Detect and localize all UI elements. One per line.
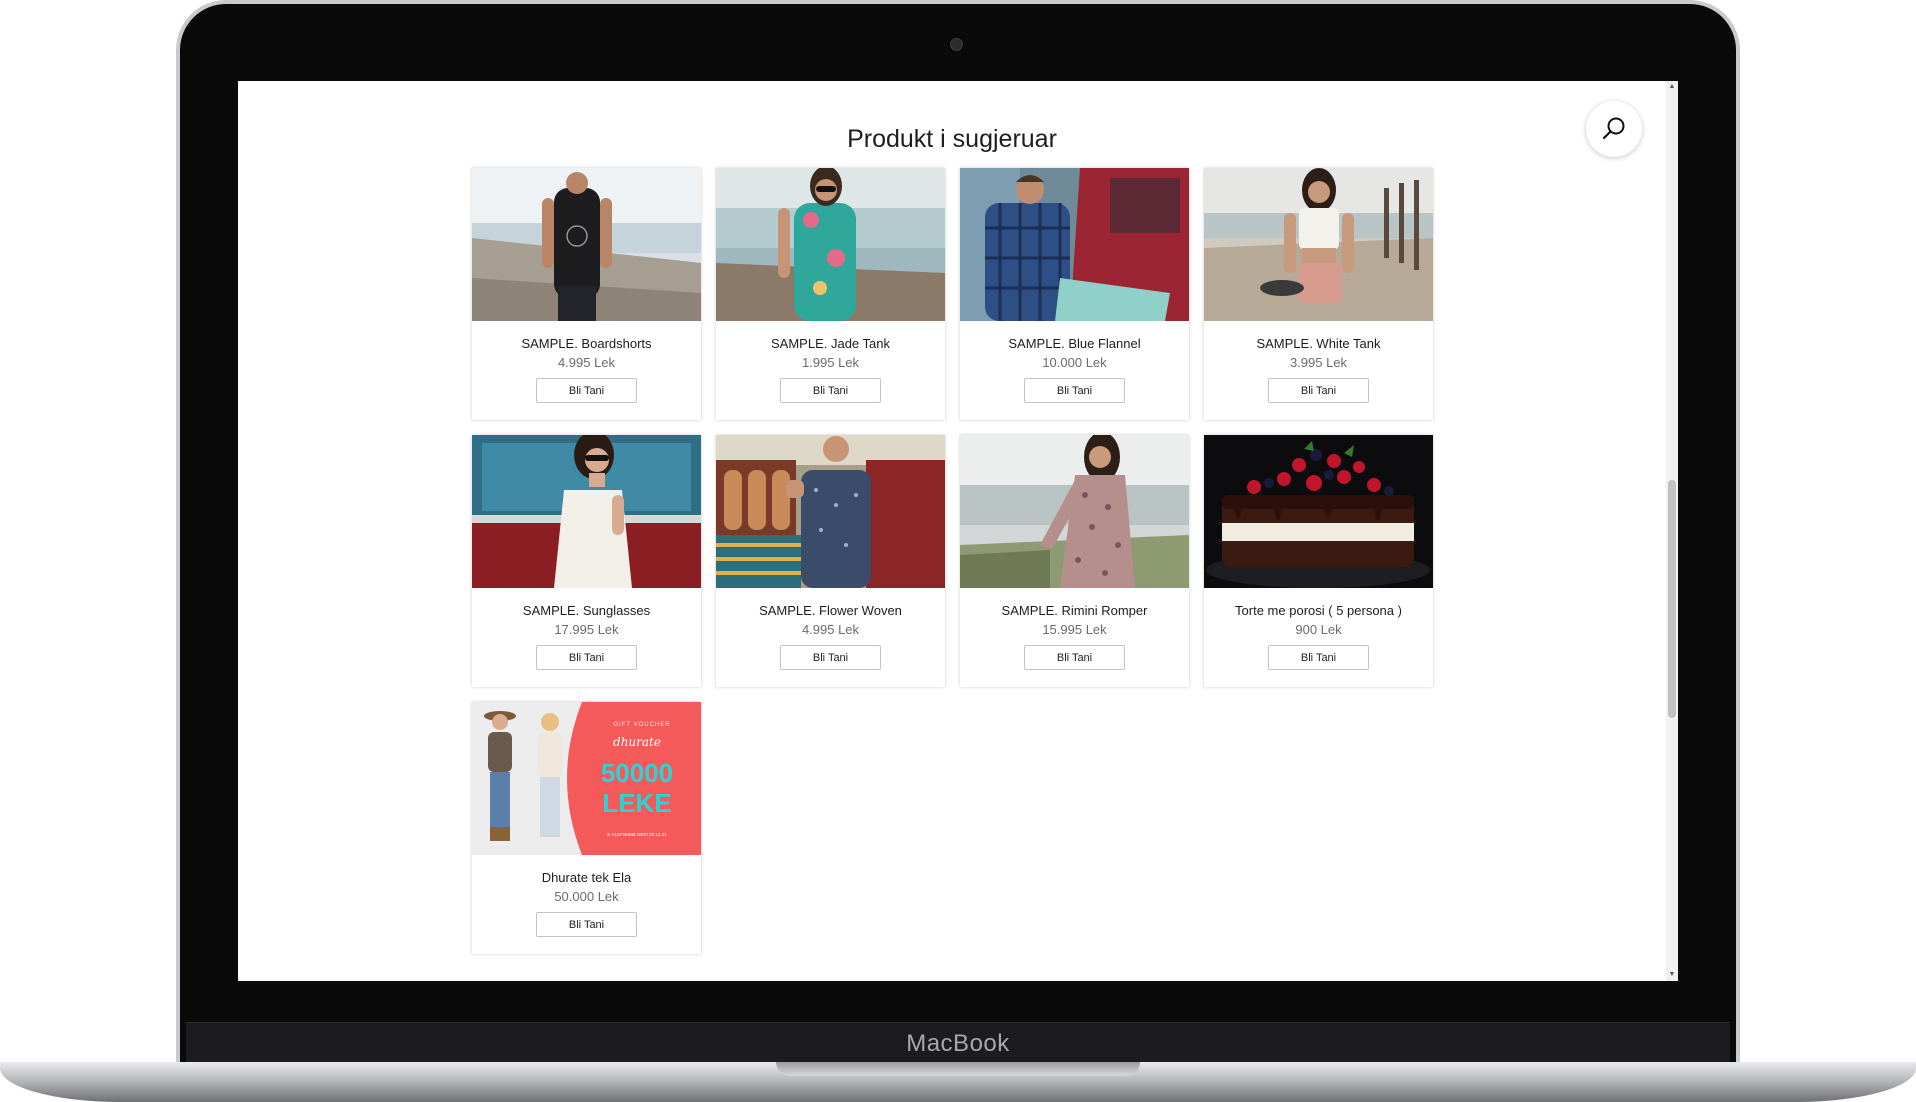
product-name[interactable]: SAMPLE. Boardshorts — [521, 336, 651, 351]
product-price: 10.000 Lek — [1042, 355, 1107, 370]
product-price: 50.000 Lek — [554, 889, 619, 904]
product-name[interactable]: SAMPLE. Jade Tank — [771, 336, 890, 351]
product-card[interactable]: SAMPLE. White Tank 3.995 Lek Bli Tani — [1204, 168, 1433, 420]
product-image[interactable] — [1204, 168, 1433, 321]
product-price: 4.995 Lek — [557, 355, 616, 370]
gift-card-photo: GIFT VOUCHER dhurate 50000 LEKE E VLEFSH… — [472, 702, 701, 855]
buy-now-button[interactable]: Bli Tani — [780, 378, 881, 403]
product-name[interactable]: Dhurate tek Ela — [542, 870, 632, 885]
product-name[interactable]: SAMPLE. White Tank — [1256, 336, 1380, 351]
product-card[interactable]: SAMPLE. Blue Flannel 10.000 Lek Bli Tani — [960, 168, 1189, 420]
buy-now-button[interactable]: Bli Tani — [536, 378, 637, 403]
buy-now-button[interactable]: Bli Tani — [536, 912, 637, 937]
product-card[interactable]: SAMPLE. Flower Woven 4.995 Lek Bli Tani — [716, 435, 945, 687]
svg-text:dhurate: dhurate — [613, 735, 661, 749]
laptop-brand-label: MacBook — [906, 1030, 1010, 1057]
camera-icon — [950, 38, 963, 51]
product-name[interactable]: SAMPLE. Sunglasses — [523, 603, 650, 618]
product-image[interactable] — [472, 435, 701, 588]
scroll-down-arrow-icon[interactable]: ▼ — [1668, 971, 1676, 979]
product-price: 3.995 Lek — [1289, 355, 1348, 370]
product-image[interactable] — [716, 435, 945, 588]
laptop-hinge-notch — [776, 1062, 1140, 1076]
product-card[interactable]: SAMPLE. Jade Tank 1.995 Lek Bli Tani — [716, 168, 945, 420]
boardshorts-photo — [472, 168, 701, 321]
blue-flannel-photo — [960, 168, 1189, 321]
product-image[interactable] — [1204, 435, 1433, 588]
cake-photo — [1204, 435, 1433, 588]
product-image[interactable] — [472, 168, 701, 321]
flower-woven-photo — [716, 435, 945, 588]
product-price: 900 Lek — [1295, 622, 1342, 637]
product-image[interactable] — [716, 168, 945, 321]
buy-now-button[interactable]: Bli Tani — [1268, 378, 1369, 403]
svg-text:GIFT VOUCHER: GIFT VOUCHER — [613, 722, 670, 728]
jade-tank-photo — [716, 168, 945, 321]
product-price: 15.995 Lek — [1042, 622, 1107, 637]
product-name[interactable]: SAMPLE. Blue Flannel — [1008, 336, 1140, 351]
product-image[interactable] — [960, 435, 1189, 588]
page-title: Produkt i sugjeruar — [847, 125, 1057, 153]
product-card[interactable]: SAMPLE. Sunglasses 17.995 Lek Bli Tani — [472, 435, 701, 687]
search-button[interactable] — [1586, 101, 1642, 157]
product-price: 1.995 Lek — [801, 355, 860, 370]
product-name[interactable]: SAMPLE. Flower Woven — [759, 603, 902, 618]
product-name[interactable]: Torte me porosi ( 5 persona ) — [1235, 603, 1402, 618]
buy-now-button[interactable]: Bli Tani — [1024, 378, 1125, 403]
scroll-thumb[interactable] — [1668, 480, 1676, 718]
svg-text:LEKE: LEKE — [602, 788, 671, 818]
product-card[interactable]: Torte me porosi ( 5 persona ) 900 Lek Bl… — [1204, 435, 1433, 687]
sunglasses-photo — [472, 435, 701, 588]
svg-text:50000: 50000 — [601, 758, 673, 788]
product-price: 17.995 Lek — [554, 622, 619, 637]
browser-viewport: Produkt i sugjeruar ▲ ▼ SAMPLE. Boardsho… — [238, 81, 1678, 981]
product-price: 4.995 Lek — [801, 622, 860, 637]
white-tank-photo — [1204, 168, 1433, 321]
scroll-up-arrow-icon[interactable]: ▲ — [1668, 83, 1676, 91]
search-icon — [1602, 117, 1625, 140]
buy-now-button[interactable]: Bli Tani — [1024, 645, 1125, 670]
rimini-romper-photo — [960, 435, 1189, 588]
buy-now-button[interactable]: Bli Tani — [780, 645, 881, 670]
product-card[interactable]: SAMPLE. Rimini Romper 15.995 Lek Bli Tan… — [960, 435, 1189, 687]
vertical-scrollbar[interactable]: ▲ ▼ — [1666, 81, 1678, 981]
buy-now-button[interactable]: Bli Tani — [536, 645, 637, 670]
product-card[interactable]: SAMPLE. Boardshorts 4.995 Lek Bli Tani — [472, 168, 701, 420]
buy-now-button[interactable]: Bli Tani — [1268, 645, 1369, 670]
product-image[interactable] — [960, 168, 1189, 321]
svg-text:E VLEFSHME DERI 20.12.21: E VLEFSHME DERI 20.12.21 — [607, 832, 667, 837]
product-image[interactable]: GIFT VOUCHER dhurate 50000 LEKE E VLEFSH… — [472, 702, 701, 855]
product-card[interactable]: GIFT VOUCHER dhurate 50000 LEKE E VLEFSH… — [472, 702, 701, 954]
product-grid: SAMPLE. Boardshorts 4.995 Lek Bli Tani S… — [472, 168, 1433, 954]
product-name[interactable]: SAMPLE. Rimini Romper — [1002, 603, 1148, 618]
